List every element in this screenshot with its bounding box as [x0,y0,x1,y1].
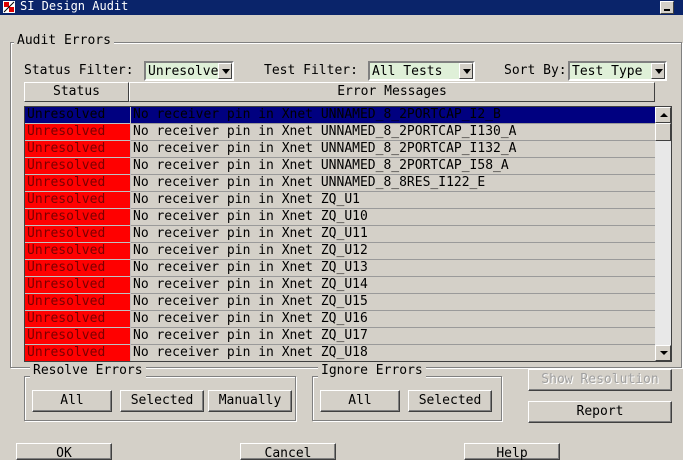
row-message: No receiver pin in Xnet ZQ_U15 [131,294,656,311]
row-status: Unresolved [25,192,130,209]
row-message: No receiver pin in Xnet ZQ_U12 [131,243,656,260]
report-button[interactable]: Report [528,401,672,423]
table-row[interactable]: Unresolved No receiver pin in Xnet UNNAME… [25,175,656,192]
scroll-up-button[interactable] [655,107,671,123]
audit-errors-label: Audit Errors [14,34,114,48]
help-button[interactable]: Help [464,443,560,460]
row-status: Unresolved [25,124,130,141]
row-status: Unresolved [25,226,130,243]
scroll-thumb[interactable] [655,123,671,141]
row-message: No receiver pin in Xnet ZQ_U10 [131,209,656,226]
row-status: Unresolved [25,209,130,226]
sort-by-dropdown[interactable]: Test Type [568,61,667,81]
ignore-errors-label: Ignore Errors [318,364,426,378]
row-message: No receiver pin in Xnet ZQ_U1 [131,192,656,209]
table-row[interactable]: Unresolved No receiver pin in Xnet UNNAME… [25,158,656,175]
table-row[interactable]: Unresolved No receiver pin in Xnet ZQ_U16 [25,311,656,328]
row-status: Unresolved [25,141,130,158]
status-filter-dropdown[interactable]: Unresolve [144,61,234,81]
sort-by-arrow[interactable] [651,63,665,79]
row-status: Unresolved [25,311,130,328]
row-message: No receiver pin in Xnet UNNAMED_8_8RES_I… [131,175,656,192]
column-header-messages[interactable]: Error Messages [129,82,655,102]
row-message: No receiver pin in Xnet UNNAMED_8_2PORTC… [131,107,656,124]
row-status: Unresolved [25,328,130,345]
show-resolution-button[interactable]: Show Resolution [528,369,672,391]
row-status: Unresolved [25,158,130,175]
status-filter-label: Status Filter: [24,63,134,78]
row-message: No receiver pin in Xnet UNNAMED_8_2PORTC… [131,124,656,141]
resolve-all-button[interactable]: All [32,390,112,412]
row-message: No receiver pin in Xnet UNNAMED_8_2PORTC… [131,158,656,175]
title-bar[interactable]: SI Design Audit [0,0,683,15]
row-message: No receiver pin in Xnet ZQ_U16 [131,311,656,328]
table-row[interactable]: Unresolved No receiver pin in Xnet ZQ_U13 [25,260,656,277]
resolve-selected-button[interactable]: Selected [120,390,204,412]
app-icon [3,1,15,13]
table-row[interactable]: Unresolved No receiver pin in Xnet UNNAME… [25,141,656,158]
row-message: No receiver pin in Xnet ZQ_U13 [131,260,656,277]
ignore-all-button[interactable]: All [320,390,400,412]
table-row[interactable]: Unresolved No receiver pin in Xnet ZQ_U10 [25,209,656,226]
row-status: Unresolved [25,243,130,260]
test-filter-value: All Tests [372,64,443,79]
arrow-down-icon [660,351,668,355]
row-status: Unresolved [25,294,130,311]
minimize-button[interactable] [660,1,674,14]
ignore-selected-button[interactable]: Selected [408,390,492,412]
table-row[interactable]: Unresolved No receiver pin in Xnet ZQ_U12 [25,243,656,260]
row-status: Unresolved [25,175,130,192]
table-row[interactable]: Unresolved No receiver pin in Xnet ZQ_U17 [25,328,656,345]
resolve-errors-label: Resolve Errors [30,364,146,378]
table-row[interactable]: Unresolved No receiver pin in Xnet ZQ_U11 [25,226,656,243]
table-row[interactable]: Unresolved No receiver pin in Xnet ZQ_U15 [25,294,656,311]
test-filter-arrow[interactable] [459,63,473,79]
error-list[interactable]: Unresolved No receiver pin in Xnet UNNAME… [24,106,672,362]
row-message: No receiver pin in Xnet ZQ_U17 [131,328,656,345]
column-header-status[interactable]: Status [24,82,129,102]
window-title: SI Design Audit [20,0,129,13]
table-row[interactable]: Unresolved No receiver pin in Xnet ZQ_U1 [25,192,656,209]
table-row[interactable]: Unresolved No receiver pin in Xnet UNNAME… [25,107,656,124]
test-filter-label: Test Filter: [264,63,358,78]
ok-button[interactable]: OK [16,443,112,460]
row-message: No receiver pin in Xnet ZQ_U18 [131,345,656,361]
row-message: No receiver pin in Xnet UNNAMED_8_2PORTC… [131,141,656,158]
table-row[interactable]: Unresolved No receiver pin in Xnet UNNAME… [25,124,656,141]
status-filter-value: Unresolve [148,64,219,79]
row-status: Unresolved [25,260,130,277]
row-status: Unresolved [25,345,130,361]
resolve-manually-button[interactable]: Manually [208,390,292,412]
sort-by-label: Sort By: [504,63,567,78]
vertical-scrollbar[interactable] [655,107,671,361]
sort-by-value: Test Type [572,64,643,79]
row-status: Unresolved [25,277,130,294]
scroll-down-button[interactable] [655,345,671,361]
cancel-button[interactable]: Cancel [240,443,336,460]
row-message: No receiver pin in Xnet ZQ_U11 [131,226,656,243]
minimize-icon [664,9,670,11]
status-filter-arrow[interactable] [218,63,232,79]
table-row[interactable]: Unresolved No receiver pin in Xnet ZQ_U18 [25,345,656,361]
chevron-down-icon [222,69,230,74]
table-row[interactable]: Unresolved No receiver pin in Xnet ZQ_U14 [25,277,656,294]
arrow-up-icon [660,113,668,117]
chevron-down-icon [463,69,471,74]
test-filter-dropdown[interactable]: All Tests [368,61,475,81]
chevron-down-icon [655,69,663,74]
row-message: No receiver pin in Xnet ZQ_U14 [131,277,656,294]
row-status: Unresolved [25,107,130,124]
